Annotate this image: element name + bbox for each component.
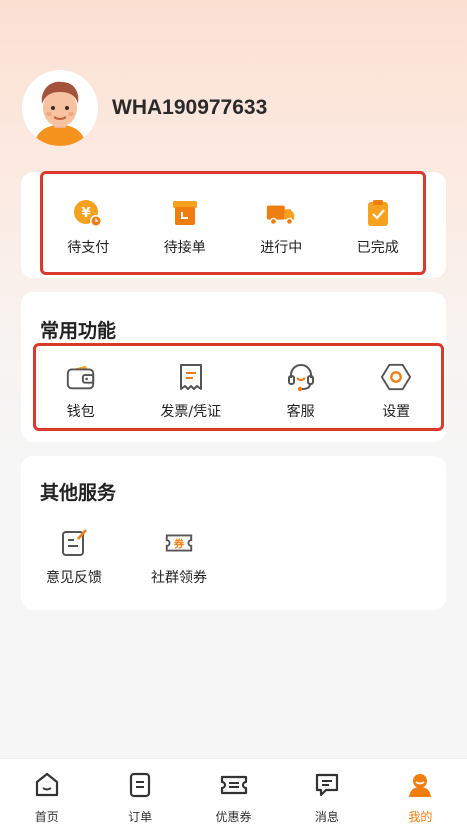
- pending-payment-icon: ¥: [72, 197, 104, 229]
- wallet-button[interactable]: 钱包: [65, 361, 97, 421]
- profile-header[interactable]: WHA190977633: [22, 70, 267, 146]
- function-label: 钱包: [66, 404, 95, 420]
- tab-label: 首页: [34, 810, 59, 824]
- feedback-button[interactable]: 意见反馈: [27, 527, 121, 587]
- home-icon: [33, 771, 61, 803]
- username: WHA190977633: [112, 96, 268, 119]
- tab-label: 订单: [128, 810, 153, 824]
- order-item-label: 进行中: [260, 240, 303, 256]
- wallet-icon: [65, 361, 97, 393]
- function-label: 设置: [382, 404, 411, 420]
- clipboard-check-icon: [362, 197, 394, 229]
- tab-label: 我的: [408, 810, 433, 824]
- order-in-progress[interactable]: 进行中: [260, 197, 302, 257]
- common-functions-row: 钱包 发票/凭证 客服 设置: [33, 361, 444, 421]
- order-item-label: 待接单: [163, 240, 206, 256]
- other-services-card: 其他服务 意见反馈 券 社群领券: [21, 456, 446, 610]
- function-label: 客服: [286, 404, 315, 420]
- message-icon: [313, 771, 341, 803]
- customer-service-button[interactable]: 客服: [285, 361, 317, 421]
- coupon-glyph: 券: [173, 538, 185, 551]
- tab-coupons[interactable]: 优惠券: [187, 759, 280, 830]
- settings-button[interactable]: 设置: [380, 361, 412, 421]
- order-pending-payment[interactable]: ¥ 待支付: [67, 197, 109, 257]
- section-title: 常用功能: [40, 320, 117, 342]
- order-item-label: 待支付: [67, 240, 110, 256]
- headset-icon: [285, 361, 317, 393]
- community-coupon-button[interactable]: 券 社群领券: [123, 527, 235, 587]
- svg-text:¥: ¥: [82, 206, 91, 221]
- avatar[interactable]: [22, 70, 98, 146]
- other-services-row: 意见反馈 券 社群领券: [27, 527, 235, 587]
- service-label: 社群领券: [151, 570, 207, 586]
- order-status-row: ¥ 待支付 待接单 进行中 已完成: [40, 197, 426, 257]
- invoice-button[interactable]: 发票/凭证: [160, 361, 221, 421]
- service-label: 意见反馈: [46, 570, 102, 586]
- gear-icon: [380, 361, 412, 393]
- coupon-icon: [219, 771, 249, 803]
- order-completed[interactable]: 已完成: [357, 197, 399, 257]
- tab-orders[interactable]: 订单: [93, 759, 186, 830]
- pending-accept-icon: [169, 197, 201, 229]
- truck-icon: [265, 197, 297, 229]
- function-label: 发票/凭证: [160, 404, 222, 420]
- tab-label: 消息: [314, 810, 339, 824]
- tab-label: 优惠券: [215, 810, 252, 824]
- feedback-icon: [58, 527, 90, 559]
- receipt-icon: [175, 361, 207, 393]
- section-title: 其他服务: [40, 482, 117, 504]
- bottom-tab-bar: 首页 订单 优惠券 消息 我的: [0, 758, 467, 830]
- tab-me[interactable]: 我的: [374, 759, 467, 830]
- profile-icon: [406, 771, 434, 803]
- tab-messages[interactable]: 消息: [280, 759, 373, 830]
- order-icon: [126, 771, 154, 803]
- order-item-label: 已完成: [356, 240, 399, 256]
- tab-home[interactable]: 首页: [0, 759, 93, 830]
- coupon-ticket-icon: 券: [163, 527, 195, 559]
- order-pending-accept[interactable]: 待接单: [164, 197, 206, 257]
